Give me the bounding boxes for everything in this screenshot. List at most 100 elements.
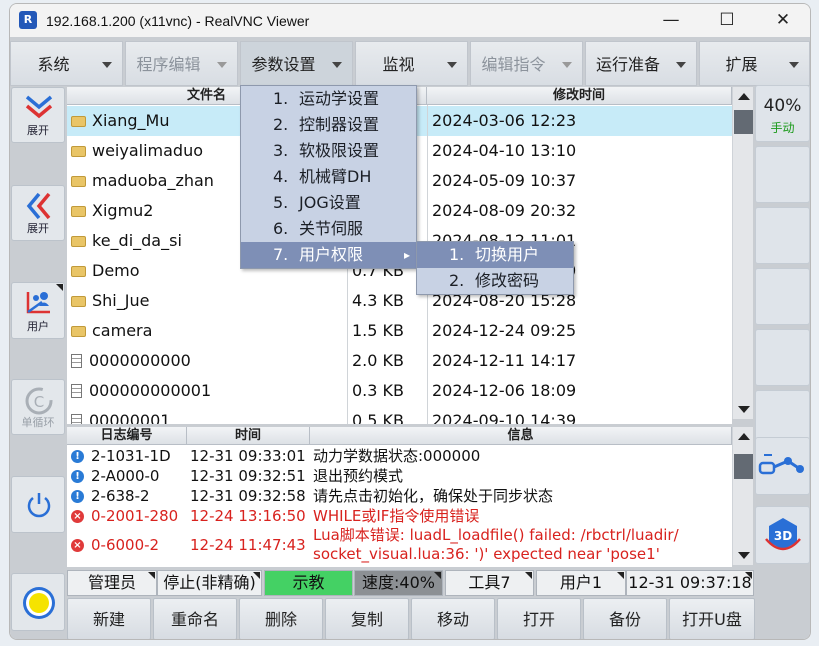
table-row[interactable]: 00000001 0.5 KB 2024-09-10 14:39: [67, 406, 732, 424]
log-row[interactable]: × 0-2001-280 12-24 13:16:50 WHILE或IF指令使用错误: [67, 506, 732, 526]
log-row[interactable]: ! 2-638-2 12-31 09:32:58 请先点击初始化，确保处于同步状态: [67, 486, 732, 506]
copy-button[interactable]: 复制: [325, 598, 409, 639]
log-message: 请先点击初始化，确保处于同步状态: [313, 486, 728, 506]
file-modified: 2024-04-10 13:10: [432, 141, 577, 160]
maximize-button[interactable]: ☐: [699, 4, 755, 37]
menu-item[interactable]: 5. JOG设置: [241, 190, 416, 216]
file-name: ke_di_da_si: [92, 231, 182, 250]
status-text: 速度:40%: [362, 573, 435, 592]
menu-tab-monitor[interactable]: 监视: [355, 41, 468, 86]
menu-item[interactable]: 7. 用户权限 ▸: [241, 242, 416, 268]
open-usb-button[interactable]: 打开U盘: [669, 598, 755, 639]
status-clock[interactable]: 12-31 09:37:18: [626, 570, 754, 596]
log-row[interactable]: ! 2-A000-0 12-31 09:32:51 退出预约模式: [67, 466, 732, 486]
log-code: 0-6000-2: [91, 536, 160, 554]
log-message-line: Lua脚本错误: lua_pcall() failed: /rbctrl/lua…: [313, 565, 728, 567]
sidebar-label: 展开: [27, 124, 49, 137]
table-row[interactable]: 0000000000 2.0 KB 2024-12-11 14:17: [67, 346, 732, 376]
single-cycle-button[interactable]: C 单循环: [11, 379, 65, 435]
robot-arm-button[interactable]: [755, 437, 810, 495]
menu-item-label: 关节伺服: [299, 219, 364, 238]
menu-tab-program-edit[interactable]: 程序编辑: [125, 41, 238, 86]
menu-item[interactable]: 6. 关节伺服: [241, 216, 416, 242]
status-user-frame[interactable]: 用户1: [536, 570, 626, 596]
log-time: 12-31 09:32:58: [190, 487, 306, 505]
status-text: 管理员: [87, 573, 136, 592]
menu-item[interactable]: 2. 控制器设置: [241, 112, 416, 138]
status-text: 停止(非精确): [163, 573, 256, 592]
log-scrollbar[interactable]: [732, 427, 753, 565]
folder-icon: [71, 236, 86, 247]
3d-view-button[interactable]: 3D: [755, 506, 810, 564]
rename-button[interactable]: 重命名: [153, 598, 237, 639]
minimize-button[interactable]: —: [643, 4, 699, 37]
menu-item[interactable]: 4. 机械臂DH: [241, 164, 416, 190]
table-row[interactable]: Shi_Jue 4.3 KB 2024-08-20 15:28: [67, 286, 732, 316]
menu-item-number: 7.: [273, 245, 289, 264]
bottom-action-bar: 新建 重命名 删除 复制 移动 打开 备份 打开U盘: [67, 598, 755, 639]
scroll-down-icon[interactable]: [738, 406, 750, 413]
file-name: Xigmu2: [92, 201, 154, 220]
menu-item[interactable]: 3. 软极限设置: [241, 138, 416, 164]
user-coordinate-button[interactable]: 用户: [11, 282, 65, 339]
scroll-thumb[interactable]: [734, 454, 753, 479]
log-row[interactable]: ×Lua脚本错误: lua_pcall() failed: /rbctrl/lu…: [67, 565, 732, 567]
table-row[interactable]: 000000000001 0.3 KB 2024-12-06 18:09: [67, 376, 732, 406]
status-stop-mode[interactable]: 停止(非精确): [157, 570, 262, 596]
close-button[interactable]: ✕: [755, 4, 810, 37]
new-button[interactable]: 新建: [67, 598, 151, 639]
menu-tab-edit-instruction[interactable]: 编辑指令: [470, 41, 583, 86]
menu-item-label: 软极限设置: [299, 141, 380, 160]
delete-button[interactable]: 删除: [239, 598, 323, 639]
scroll-up-icon[interactable]: [738, 433, 750, 440]
scroll-thumb[interactable]: [734, 110, 753, 134]
open-button[interactable]: 打开: [497, 598, 581, 639]
status-teach-mode[interactable]: 示教: [264, 570, 353, 596]
status-speed[interactable]: 速度:40%: [354, 570, 443, 596]
log-row[interactable]: × 0-6000-2 12-24 11:47:43 Lua脚本错误: luadL_lo…: [67, 526, 732, 564]
corner-triangle-icon: [434, 572, 441, 579]
main-menubar: 系统 程序编辑 参数设置 监视 编辑指令 运行准备 扩展: [10, 41, 810, 86]
log-time: 12-24 13:16:50: [190, 507, 306, 525]
scroll-up-icon[interactable]: [738, 93, 750, 100]
status-light-button[interactable]: [11, 573, 65, 631]
right-blank-button[interactable]: [755, 146, 810, 203]
menu-tab-param-settings[interactable]: 参数设置: [240, 41, 353, 86]
move-button[interactable]: 移动: [411, 598, 495, 639]
log-row[interactable]: ! 2-1031-1D 12-31 09:33:01 动力学数据状态:000000: [67, 446, 732, 466]
menu-item-number: 4.: [273, 167, 289, 186]
power-button[interactable]: [11, 476, 65, 533]
right-blank-button[interactable]: [755, 207, 810, 264]
expand-left-button[interactable]: 展开: [11, 185, 65, 241]
log-col-header-info[interactable]: 信息: [310, 427, 732, 445]
right-blank-button[interactable]: [755, 329, 810, 386]
menu-tab-extend[interactable]: 扩展: [699, 41, 810, 86]
backup-button[interactable]: 备份: [583, 598, 667, 639]
error-icon: ×: [71, 538, 84, 552]
submenu-item[interactable]: 2. 修改密码: [417, 268, 573, 294]
power-icon: [27, 493, 51, 518]
col-header-modified[interactable]: 修改时间: [427, 87, 732, 105]
dropdown-arrow-icon: [789, 62, 799, 68]
vnc-window: R 192.168.1.200 (x11vnc) - RealVNC Viewe…: [9, 3, 811, 640]
robot-arm-icon: [758, 454, 804, 475]
speed-mode-indicator[interactable]: 40% 手动: [755, 85, 810, 142]
menu-tab-system[interactable]: 系统: [10, 41, 123, 86]
table-row[interactable]: camera 1.5 KB 2024-12-24 09:25: [67, 316, 732, 346]
file-name-cell: 000000000001: [71, 376, 345, 406]
log-code: 2-A000-0: [91, 467, 160, 485]
corner-triangle-icon: [148, 572, 155, 579]
menu-item[interactable]: 1. 运动学设置: [241, 86, 416, 112]
menu-tab-run-prep[interactable]: 运行准备: [585, 41, 697, 86]
right-blank-button[interactable]: [755, 268, 810, 325]
file-scrollbar[interactable]: [732, 87, 753, 419]
expand-down-button[interactable]: 展开: [11, 87, 65, 143]
log-col-header-code[interactable]: 日志编号: [67, 427, 187, 445]
scroll-down-icon[interactable]: [738, 552, 750, 559]
status-tool[interactable]: 工具7: [445, 570, 534, 596]
log-col-header-time[interactable]: 时间: [187, 427, 310, 445]
user-coordinate-icon: [26, 292, 50, 314]
log-message: Lua脚本错误: lua_pcall() failed: /rbctrl/lua…: [313, 565, 728, 567]
status-role[interactable]: 管理员: [67, 570, 157, 596]
submenu-item[interactable]: 1. 切换用户: [417, 242, 573, 268]
